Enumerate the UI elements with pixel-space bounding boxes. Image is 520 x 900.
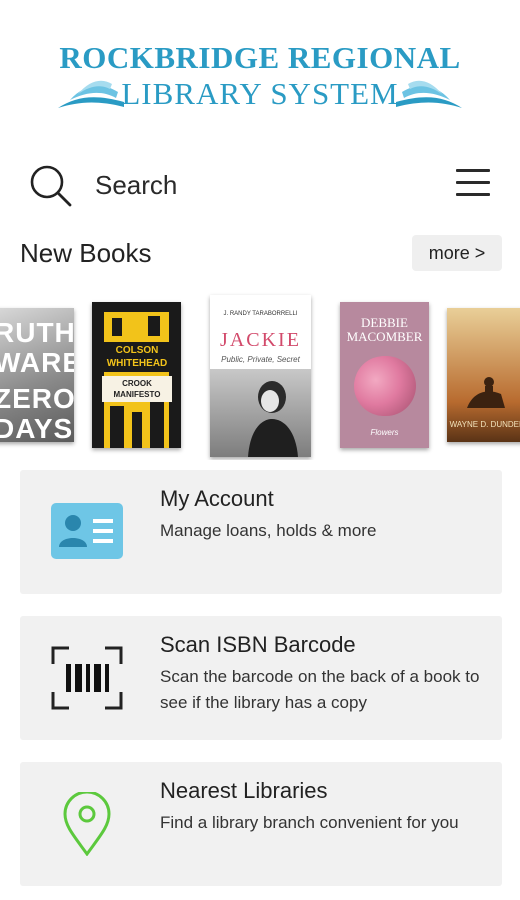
cover-photo: [210, 369, 311, 457]
nearest-libraries-card[interactable]: Nearest Libraries Find a library branch …: [20, 762, 502, 886]
more-books-button[interactable]: more >: [412, 235, 502, 271]
cover-author: RUTH WARE: [0, 317, 74, 378]
cover-title: CROOK MANIFESTO: [102, 376, 172, 402]
new-books-heading: New Books: [20, 238, 152, 268]
card-description: Manage loans, holds & more: [160, 521, 377, 540]
my-account-card[interactable]: My Account Manage loans, holds & more: [20, 470, 502, 594]
cover-author: J. RANDY TARABORRELLI: [223, 311, 298, 317]
scan-barcode-card[interactable]: Scan ISBN Barcode Scan the barcode on th…: [20, 616, 502, 740]
open-book-left-icon: [58, 80, 124, 108]
cover-author: WAYNE D. DUNDEE: [449, 420, 520, 429]
card-description: Scan the barcode on the back of a book t…: [160, 667, 480, 712]
card-title: Scan ISBN Barcode: [160, 632, 356, 657]
card-description: Find a library branch convenient for you: [160, 813, 459, 832]
portrait-silhouette: [248, 381, 298, 457]
search-bar[interactable]: Search: [0, 155, 520, 215]
book-cover-western[interactable]: WAYNE D. DUNDEE: [447, 308, 520, 442]
location-pin-icon: [63, 792, 111, 856]
cover-author: DEBBIE MACOMBER: [346, 315, 423, 344]
cover-subtitle: Public, Private, Secret: [221, 355, 300, 364]
cover-title: ZERO DAYS: [0, 383, 74, 443]
new-books-carousel[interactable]: RUTH WARE ZERO DAYS COLSON WHITEHEAD CRO…: [0, 290, 520, 460]
barcode-scan-icon: [51, 646, 123, 710]
search-icon[interactable]: [28, 163, 74, 209]
book-cover-jackie[interactable]: J. RANDY TARABORRELLI JACKIE Public, Pri…: [210, 295, 311, 457]
hamburger-menu-icon[interactable]: [456, 169, 490, 197]
search-label[interactable]: Search: [95, 170, 177, 201]
cover-flowers-art: [354, 356, 416, 416]
book-cover-crook-manifesto[interactable]: COLSON WHITEHEAD CROOK MANIFESTO: [92, 302, 181, 448]
logo-line-1: ROCKBRIDGE REGIONAL: [59, 40, 461, 75]
book-cover-zero-days[interactable]: RUTH WARE ZERO DAYS: [0, 308, 74, 442]
card-title: My Account: [160, 486, 274, 511]
book-cover-debbie-macomber[interactable]: DEBBIE MACOMBER Flowers: [340, 302, 429, 448]
cover-title: Flowers: [370, 428, 399, 437]
cover-title: JACKIE: [220, 329, 301, 351]
open-book-right-icon: [396, 80, 462, 108]
cover-art-pattern: [92, 302, 181, 448]
cover-author: COLSON WHITEHEAD: [102, 342, 172, 372]
library-logo: ROCKBRIDGE REGIONAL LIBRARY SYSTEM: [0, 38, 520, 118]
account-card-icon: [51, 503, 123, 559]
card-title: Nearest Libraries: [160, 778, 328, 803]
